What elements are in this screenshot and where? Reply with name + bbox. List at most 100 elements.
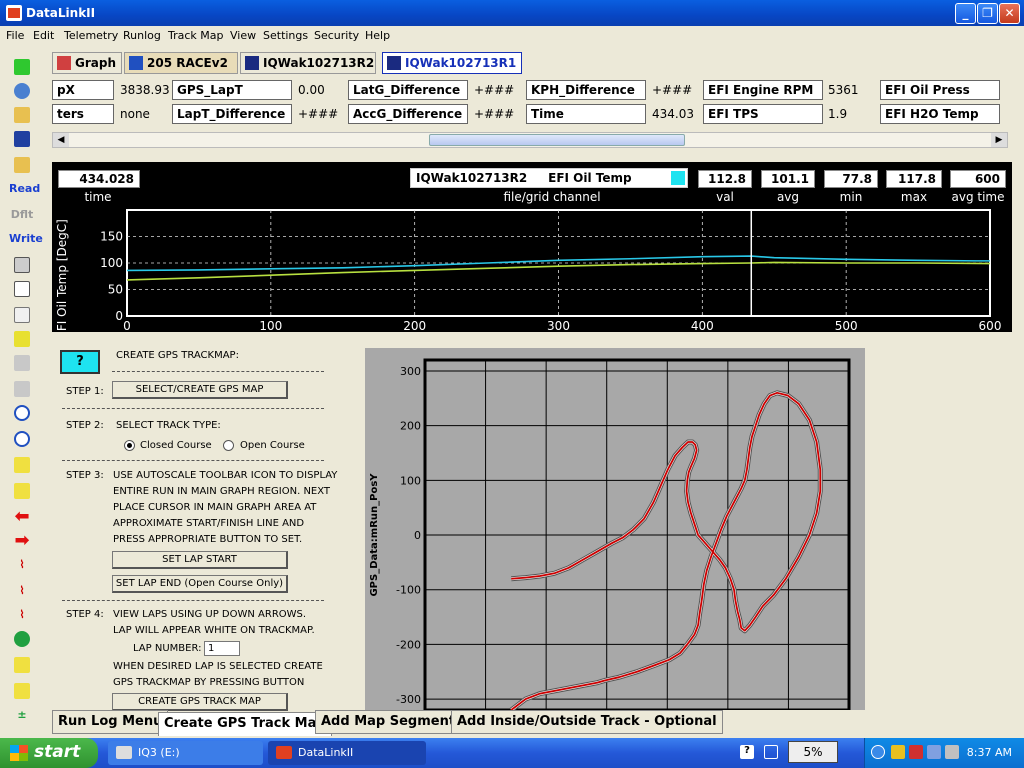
globe-icon[interactable] [9, 80, 35, 102]
help-tray-icon[interactable]: ? [740, 745, 754, 759]
x-tick-label: 300 [547, 319, 570, 332]
eraser-icon[interactable] [9, 304, 35, 326]
left-toolbar: Read Dflt Write ⬅ ➡ ⌇ ⌇ ⌇ ± [0, 48, 44, 738]
menu-edit[interactable]: Edit [33, 29, 54, 42]
x-tick-label: 600 [979, 319, 1002, 332]
trackmap-tool-icon[interactable] [9, 328, 35, 350]
zoom-out-icon[interactable] [9, 428, 35, 450]
add-track-icon[interactable]: ± [9, 704, 35, 726]
menu-view[interactable]: View [230, 29, 256, 42]
scroll-left-icon[interactable]: ◀ [53, 133, 69, 147]
trackmap-plot[interactable]: 300 200 100 0 -100 -200 -300 GPS_Data:mRun_PosY [365, 348, 865, 710]
zoom-in-icon[interactable] [9, 402, 35, 424]
menu-file[interactable]: File [6, 29, 24, 42]
tab-add-map-segments[interactable]: Add Map Segments [315, 710, 469, 734]
shield-icon[interactable] [891, 745, 905, 759]
close-button[interactable]: ✕ [999, 3, 1020, 24]
network-tray-icon[interactable] [764, 745, 778, 759]
drive-icon [116, 746, 132, 759]
print-icon[interactable] [9, 254, 35, 276]
select-create-gps-map-button[interactable]: SELECT/CREATE GPS MAP [112, 381, 288, 399]
app-icon [6, 5, 22, 21]
step2-text: SELECT TRACK TYPE: [116, 420, 221, 431]
channel-name[interactable]: Time [526, 104, 646, 124]
closed-course-label: Closed Course [140, 440, 212, 451]
menu-settings[interactable]: Settings [263, 29, 308, 42]
file-tabs: Graph 205 RACEv2 IQWak102713R2 IQWak1027… [44, 50, 1024, 76]
create-gps-track-map-button[interactable]: CREATE GPS TRACK MAP [112, 693, 288, 711]
cpu-meter[interactable]: 5% [788, 741, 838, 763]
set-lap-start-button[interactable]: SET LAP START [112, 551, 288, 569]
expand-icon[interactable] [9, 654, 35, 676]
channel-name[interactable]: GPS_LapT [172, 80, 292, 100]
y-tick-label: 100 [100, 256, 123, 270]
cursor-wave-icon[interactable]: ⌇ [9, 554, 35, 576]
step3-line: PLACE CURSOR IN MAIN GRAPH AREA AT [113, 502, 317, 513]
set-lap-end-button[interactable]: SET LAP END (Open Course Only) [112, 575, 288, 593]
chevron-left-icon[interactable] [871, 745, 885, 759]
open-folder-icon[interactable] [9, 104, 35, 126]
step1-label: STEP 1: [66, 386, 104, 397]
up-arrow-icon[interactable] [9, 628, 35, 650]
tab-run-log-menu[interactable]: Run Log Menu [52, 710, 169, 734]
tab-iqwak-r2[interactable]: IQWak102713R2 [240, 52, 376, 74]
tab-add-inside-outside-track[interactable]: Add Inside/Outside Track - Optional [451, 710, 723, 734]
open-file-icon[interactable] [9, 154, 35, 176]
channel-name[interactable]: LapT_Difference [172, 104, 292, 124]
minimize-button[interactable]: _ [955, 3, 976, 24]
network-icon[interactable] [927, 745, 941, 759]
zero-scale-icon[interactable] [9, 480, 35, 502]
clock: 8:37 AM [966, 746, 1012, 759]
read-button[interactable]: Read [9, 178, 40, 200]
speaker-icon[interactable] [945, 745, 959, 759]
menu-telemetry[interactable]: Telemetry [64, 29, 118, 42]
channel-name[interactable]: LatG_Difference [348, 80, 468, 100]
channel-name[interactable]: ters [52, 104, 114, 124]
lap-number-input[interactable]: 1 [204, 641, 240, 656]
channel-name[interactable]: EFI H2O Temp [880, 104, 1000, 124]
tab-205-racev2[interactable]: 205 RACEv2 [124, 52, 238, 74]
arrow-right-icon[interactable]: ➡ [9, 530, 35, 552]
divider [112, 371, 324, 372]
channel-name[interactable]: EFI TPS [703, 104, 823, 124]
x-tick-label: 400 [691, 319, 714, 332]
tab-create-gps-track-map[interactable]: Create GPS Track Map [158, 712, 332, 736]
channel-name[interactable]: EFI Oil Press [880, 80, 1000, 100]
arrow-left-icon[interactable]: ⬅ [9, 506, 35, 528]
copy-icon[interactable] [9, 278, 35, 300]
menu-help[interactable]: Help [365, 29, 390, 42]
main-graph[interactable]: 0 50 100 150 0 100 200 300 400 500 600 EFI Oil Temp… [52, 162, 1012, 332]
menu-track-map[interactable]: Track Map [168, 29, 224, 42]
shrink-icon[interactable] [9, 680, 35, 702]
maximize-button[interactable]: ❐ [977, 3, 998, 24]
save-icon[interactable] [9, 128, 35, 150]
scroll-right-icon[interactable]: ▶ [991, 133, 1007, 147]
menu-security[interactable]: Security [314, 29, 359, 42]
task-datalinkii[interactable]: DataLinkII [268, 741, 426, 765]
menu-runlog[interactable]: Runlog [123, 29, 161, 42]
start-button[interactable]: start [0, 738, 98, 768]
tab-graph[interactable]: Graph [52, 52, 122, 74]
divider [62, 600, 324, 601]
channel-scrollbar[interactable]: ◀ ▶ [52, 132, 1008, 148]
channel-name[interactable]: EFI Engine RPM [703, 80, 823, 100]
channel-name[interactable]: pX [52, 80, 114, 100]
write-button[interactable]: Write [9, 228, 43, 250]
menu-bar: File Edit Telemetry Runlog Track Map Vie… [0, 26, 1024, 46]
default-button[interactable]: Dflt [9, 204, 35, 226]
closed-course-radio[interactable] [124, 440, 135, 451]
tab-iqwak-r1[interactable]: IQWak102713R1 [382, 52, 522, 74]
new-icon[interactable] [9, 56, 35, 78]
channel-name[interactable]: KPH_Difference [526, 80, 646, 100]
task-iq3-drive[interactable]: IQ3 (E:) [108, 741, 263, 765]
help-button[interactable]: ? [60, 350, 100, 374]
step4-line: LAP WILL APPEAR WHITE ON TRACKMAP. [113, 625, 315, 636]
cursor-wave-icon-3[interactable]: ⌇ [9, 604, 35, 626]
channel-value: +### [652, 83, 693, 97]
channel-name[interactable]: AccG_Difference [348, 104, 468, 124]
scroll-thumb[interactable] [429, 134, 685, 146]
security-icon[interactable] [909, 745, 923, 759]
open-course-radio[interactable] [223, 440, 234, 451]
autoscale-icon[interactable] [9, 454, 35, 476]
cursor-wave-icon-2[interactable]: ⌇ [9, 580, 35, 602]
